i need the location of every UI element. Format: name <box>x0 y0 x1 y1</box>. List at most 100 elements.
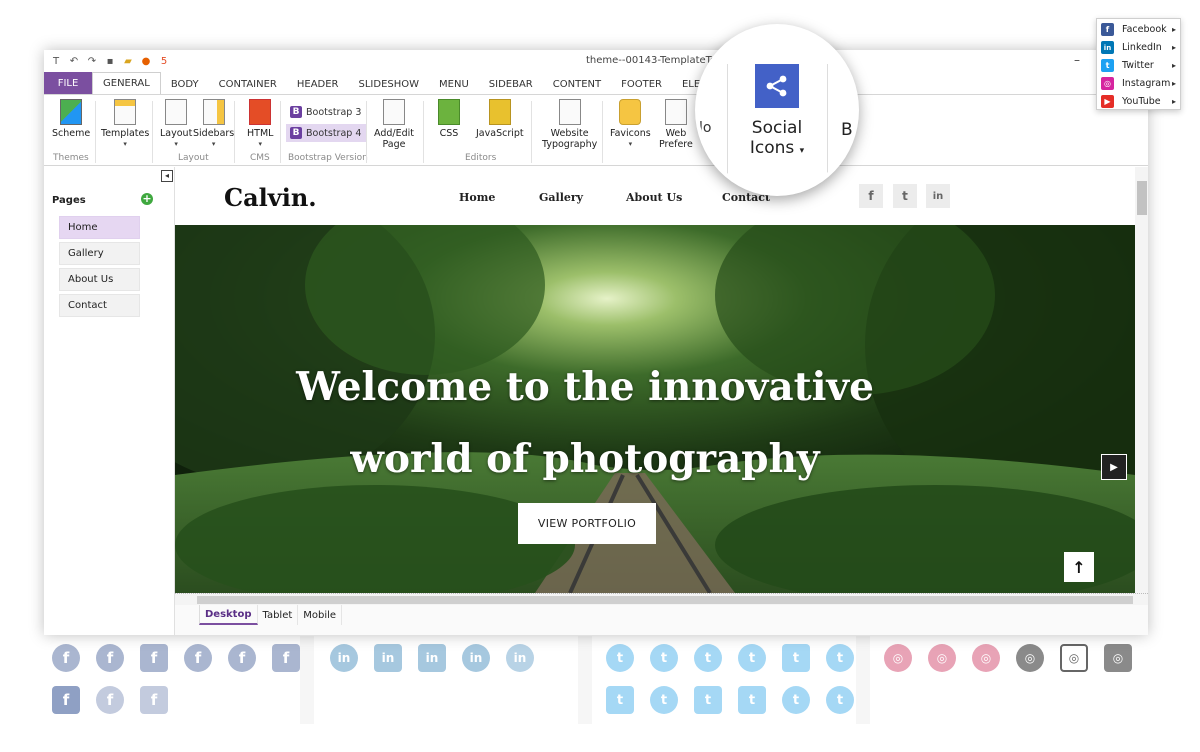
html-button[interactable]: HTML ▾ <box>247 99 273 150</box>
twitter-icon: t <box>694 686 722 714</box>
partial-ribbon-label: B <box>841 120 853 140</box>
vertical-scrollbar[interactable] <box>1135 167 1148 593</box>
site-logo[interactable]: Calvin. <box>224 183 317 212</box>
gallery-divider <box>578 636 592 724</box>
tab-file[interactable]: FILE <box>44 72 92 94</box>
social-icons-button[interactable] <box>755 64 799 108</box>
twitter-icon[interactable]: t <box>893 184 917 208</box>
layout-label: Layout <box>160 128 193 139</box>
browser-preview-icon[interactable]: ● <box>139 54 153 68</box>
tab-footer[interactable]: FOOTER <box>611 74 672 94</box>
page-item-gallery[interactable]: Gallery <box>59 242 140 265</box>
add-page-button[interactable]: + <box>141 193 153 205</box>
page-item-contact[interactable]: Contact <box>59 294 140 317</box>
tab-content[interactable]: CONTENT <box>543 74 611 94</box>
tab-menu[interactable]: MENU <box>429 74 479 94</box>
ribbon-divider <box>152 101 153 163</box>
chevron-down-icon: ▾ <box>123 140 127 148</box>
twitter-icon: t <box>606 644 634 672</box>
ribbon-divider <box>602 101 603 163</box>
templates-button[interactable]: Templates ▾ <box>101 99 149 150</box>
save-icon[interactable]: ▪ <box>103 54 117 68</box>
linkedin-icon: in <box>418 644 446 672</box>
html5-icon[interactable]: 5 <box>157 54 171 68</box>
horizontal-scroll-thumb[interactable] <box>197 596 1133 604</box>
hero-heading: Welcome to the innovative world of photo… <box>175 351 995 495</box>
website-typography-line2: Typography <box>542 139 598 150</box>
twitter-icon: t <box>650 686 678 714</box>
web-preferences-line2: Prefere <box>659 139 693 150</box>
nav-about-us[interactable]: About Us <box>626 191 682 204</box>
typography-icon[interactable]: T <box>49 54 63 68</box>
tab-container[interactable]: CONTAINER <box>209 74 287 94</box>
twitter-icon: t <box>606 686 634 714</box>
facebook-icon: f <box>1101 23 1114 36</box>
instagram-icon: ◎ <box>1104 644 1132 672</box>
nav-home[interactable]: Home <box>459 191 495 204</box>
menu-item-facebook[interactable]: f Facebook ▸ <box>1101 21 1178 38</box>
redo-icon[interactable]: ↷ <box>85 54 99 68</box>
title-bar: T ↶ ↷ ▪ ▰ ● 5 theme--00143-TemplateTo – <box>44 50 1148 72</box>
chevron-right-icon: ▸ <box>1171 61 1176 70</box>
menu-item-linkedin[interactable]: in LinkedIn ▸ <box>1101 39 1178 56</box>
web-preferences-button[interactable]: Web Prefere <box>659 99 693 150</box>
horizontal-scrollbar[interactable] <box>175 593 1148 605</box>
linkedin-icon[interactable]: in <box>926 184 950 208</box>
group-bootstrap-version: Bootstrap Version <box>288 153 368 163</box>
facebook-icon[interactable]: f <box>859 184 883 208</box>
facebook-icon: f <box>140 686 168 714</box>
facebook-icon: f <box>96 686 124 714</box>
collapse-pane-button[interactable]: ◂ <box>161 170 173 182</box>
twitter-icon: t <box>738 686 766 714</box>
vertical-scroll-thumb[interactable] <box>1137 181 1147 215</box>
tab-slideshow[interactable]: SLIDESHOW <box>349 74 430 94</box>
layout-button[interactable]: Layout ▾ <box>160 99 192 150</box>
minimize-button[interactable]: – <box>1074 53 1080 67</box>
sidebars-label: Sidebars <box>193 128 235 139</box>
scheme-button[interactable]: Scheme <box>52 99 90 139</box>
page-item-about-us[interactable]: About Us <box>59 268 140 291</box>
tab-body[interactable]: BODY <box>161 74 209 94</box>
hero-heading-line2: world of photography <box>350 436 820 482</box>
color-scheme-icon <box>60 99 83 125</box>
tab-desktop[interactable]: Desktop <box>199 605 258 625</box>
javascript-button[interactable]: JavaScript <box>476 99 524 139</box>
editor-window: T ↶ ↷ ▪ ▰ ● 5 theme--00143-TemplateTo – … <box>44 50 1148 635</box>
website-preview[interactable]: Calvin. Home Gallery About Us Contact f … <box>175 167 1135 593</box>
social-icon-gallery: f f f f f f f f f in in in in in t t t t… <box>0 636 1200 752</box>
menu-item-label: LinkedIn <box>1122 42 1162 53</box>
tab-general[interactable]: GENERAL <box>92 72 161 94</box>
tab-tablet[interactable]: Tablet <box>258 605 299 625</box>
bootstrap4-option[interactable]: B Bootstrap 4 <box>286 124 367 142</box>
partial-ribbon-label: lo <box>699 120 712 136</box>
menu-item-instagram[interactable]: ◎ Instagram ▸ <box>1101 75 1178 92</box>
sidebars-button[interactable]: Sidebars ▾ <box>193 99 234 150</box>
next-slide-button[interactable]: ▶ <box>1101 454 1127 480</box>
tab-sidebar[interactable]: SIDEBAR <box>479 74 543 94</box>
instagram-icon: ◎ <box>1060 644 1088 672</box>
chevron-down-icon: ▾ <box>258 140 262 148</box>
bootstrap4-label: Bootstrap 4 <box>306 127 362 139</box>
scroll-to-top-button[interactable]: ↑ <box>1064 552 1094 582</box>
open-folder-icon[interactable]: ▰ <box>121 54 135 68</box>
twitter-icon: t <box>782 686 810 714</box>
website-typography-button[interactable]: Website Typography <box>542 99 597 150</box>
view-portfolio-button[interactable]: VIEW PORTFOLIO <box>518 503 656 544</box>
favicon-icon <box>619 99 642 125</box>
bootstrap3-option[interactable]: B Bootstrap 3 <box>286 103 366 121</box>
tab-header[interactable]: HEADER <box>287 74 349 94</box>
menu-item-twitter[interactable]: t Twitter ▸ <box>1101 57 1178 74</box>
ribbon-divider <box>827 64 828 174</box>
page-item-home[interactable]: Home <box>59 216 140 239</box>
facebook-icon: f <box>52 644 80 672</box>
css-button[interactable]: CSS <box>438 99 460 139</box>
undo-icon[interactable]: ↶ <box>67 54 81 68</box>
gallery-divider <box>856 636 870 724</box>
nav-gallery[interactable]: Gallery <box>539 191 583 204</box>
social-icons-menu: f Facebook ▸ in LinkedIn ▸ t Twitter ▸ ◎… <box>1096 18 1181 110</box>
menu-item-youtube[interactable]: ▶ YouTube ▸ <box>1101 93 1178 110</box>
site-header: Calvin. Home Gallery About Us Contact f … <box>175 167 1135 225</box>
add-edit-page-button[interactable]: Add/Edit Page <box>374 99 414 150</box>
favicons-button[interactable]: Favicons ▾ <box>610 99 651 150</box>
tab-mobile[interactable]: Mobile <box>298 605 343 625</box>
